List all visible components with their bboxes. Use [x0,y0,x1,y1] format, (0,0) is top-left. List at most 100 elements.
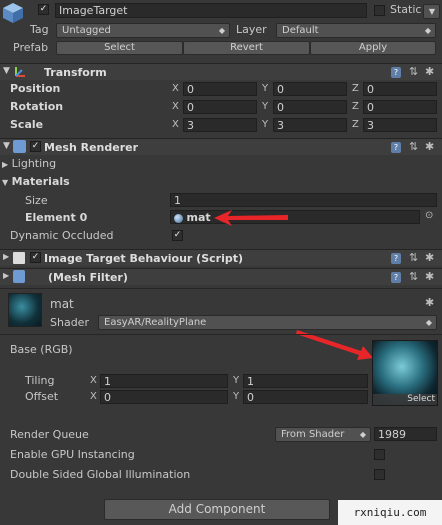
material-preview-thumbnail [8,293,42,327]
tag-dropdown[interactable]: Untagged ◆ [56,23,230,38]
shader-dropdown[interactable]: EasyAR/RealityPlane ◆ [98,315,437,330]
render-queue-field[interactable]: 1989 [374,427,437,441]
position-label: Position [10,82,61,95]
mesh-renderer-title: Mesh Renderer [44,141,139,154]
scale-y-axis: Y [262,119,269,130]
active-checkbox[interactable]: ✓ [38,4,49,15]
tiling-y-field[interactable]: 1 [243,374,368,388]
scale-z-field[interactable]: 3 [363,118,437,132]
material-name: mat [50,297,74,311]
size-field[interactable]: 1 [170,193,437,207]
transform-title: Transform [44,66,107,79]
base-texture-slot[interactable]: Select [372,340,438,406]
layer-dropdown[interactable]: Default ◆ [276,23,436,38]
gameobject-icon [2,2,24,24]
annotation-arrow-element [214,210,288,226]
position-z-field[interactable]: 0 [363,82,437,96]
tag-value: Untagged [62,25,111,36]
position-y-axis: Y [262,83,269,94]
material-sphere-icon [174,213,183,223]
position-z-axis: Z [352,83,359,94]
gear-icon[interactable]: ✱ [425,251,434,264]
scale-z-axis: Z [352,119,359,130]
preset-icon[interactable]: ⇅ [409,140,418,153]
layer-value: Default [282,25,319,36]
render-queue-label: Render Queue [10,428,89,441]
offset-y-axis: Y [233,391,240,402]
mesh-filter-icon [13,270,25,283]
image-target-behaviour-header[interactable]: ▶ ✓ Image Target Behaviour (Script) ? ⇅ … [0,249,442,266]
position-x-field[interactable]: 0 [183,82,257,96]
help-icon[interactable]: ? [391,272,401,283]
prefab-revert-button[interactable]: Revert [183,41,310,55]
tiling-x-field[interactable]: 1 [100,374,228,388]
preset-icon[interactable]: ⇅ [409,251,418,264]
image-target-enabled-checkbox[interactable]: ✓ [30,252,41,263]
tag-label: Tag [30,23,49,36]
rotation-label: Rotation [10,100,64,113]
texture-select-button[interactable]: Select [373,394,437,405]
rotation-z-field[interactable]: 0 [363,100,437,114]
element-0-field[interactable]: mat [170,210,420,224]
static-dropdown-arrow[interactable]: ▼ [423,4,440,19]
scale-x-field[interactable]: 3 [183,118,257,132]
offset-x-axis: X [90,391,97,402]
render-queue-mode-dropdown[interactable]: From Shader ◆ [275,427,371,442]
offset-y-field[interactable]: 0 [243,390,368,404]
foldout-arrow-icon[interactable]: ▶ [3,271,9,280]
watermark: rxniqiu.com [338,500,442,525]
rotation-z-axis: Z [352,101,359,112]
mesh-filter-title: (Mesh Filter) [48,271,128,284]
dynamic-occluded-checkbox[interactable]: ✓ [172,230,183,241]
script-icon [13,252,25,264]
render-queue-mode-value: From Shader [281,429,345,440]
element-0-label: Element 0 [25,211,88,224]
scale-label: Scale [10,118,44,131]
tiling-y-axis: Y [233,375,240,386]
preset-icon[interactable]: ⇅ [409,270,418,283]
object-picker-icon[interactable]: ⊙ [425,210,433,221]
prefab-select-button[interactable]: Select [56,41,183,55]
help-icon[interactable]: ? [391,67,401,78]
rotation-x-field[interactable]: 0 [183,100,257,114]
offset-label: Offset [25,390,59,403]
prefab-label: Prefab [13,41,49,54]
position-y-field[interactable]: 0 [273,82,347,96]
help-icon[interactable]: ? [391,253,401,264]
image-target-behaviour-title: Image Target Behaviour (Script) [44,252,244,265]
mesh-renderer-header[interactable]: ▼ ✓ Mesh Renderer ? ⇅ ✱ [0,138,442,155]
scale-y-field[interactable]: 3 [273,118,347,132]
foldout-arrow-icon[interactable]: ▼ [3,141,10,151]
layer-label: Layer [236,23,267,36]
gear-icon[interactable]: ✱ [425,270,434,283]
shader-label: Shader [50,316,89,329]
tiling-label: Tiling [25,374,55,387]
tiling-x-axis: X [90,375,97,386]
mesh-renderer-enabled-checkbox[interactable]: ✓ [30,141,41,152]
add-component-button[interactable]: Add Component [104,499,330,520]
scale-x-axis: X [172,119,179,130]
help-icon[interactable]: ? [391,142,401,153]
offset-x-field[interactable]: 0 [100,390,228,404]
shader-value: EasyAR/RealityPlane [104,317,207,328]
materials-foldout[interactable]: ▼ Materials [2,175,70,188]
annotation-arrow-texture [296,330,373,360]
material-body-divider [0,334,442,335]
rotation-x-axis: X [172,101,179,112]
rotation-y-field[interactable]: 0 [273,100,347,114]
preset-icon[interactable]: ⇅ [409,65,418,78]
mesh-filter-header[interactable]: ▶ (Mesh Filter) ? ⇅ ✱ [0,268,442,285]
object-name-field[interactable]: ImageTarget [55,3,367,18]
prefab-apply-button[interactable]: Apply [310,41,436,55]
static-checkbox[interactable] [374,5,385,16]
gpu-instancing-checkbox[interactable] [374,449,385,460]
foldout-arrow-icon[interactable]: ▶ [3,252,9,261]
material-settings-icon[interactable]: ✱ [425,296,434,309]
gear-icon[interactable]: ✱ [425,65,434,78]
double-sided-gi-checkbox[interactable] [374,469,385,480]
foldout-arrow-icon[interactable]: ▼ [3,66,10,76]
transform-header[interactable]: ▼ Transform ? ⇅ ✱ [0,63,442,80]
foldout-arrow-icon: ▶ [2,160,9,169]
gear-icon[interactable]: ✱ [425,140,434,153]
lighting-foldout[interactable]: ▶ Lighting [2,157,56,170]
